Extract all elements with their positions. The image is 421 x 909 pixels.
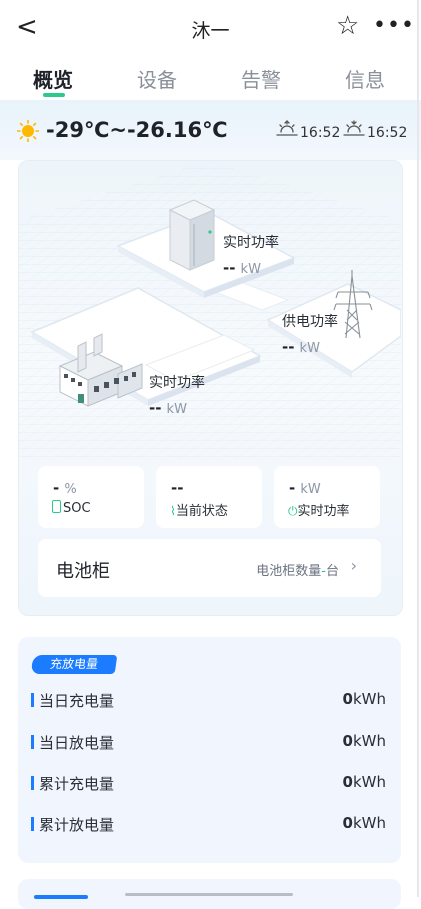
storage-power-readout: -- kW: [223, 258, 261, 277]
row-marker: [31, 776, 34, 790]
total-discharge-label: 累计放电量: [39, 816, 115, 834]
battery-cabinet-count-label: 电池柜数量: [256, 564, 322, 579]
tab-alarms[interactable]: 告警: [241, 64, 281, 93]
tab-overview[interactable]: 概览: [33, 64, 73, 93]
charge-discharge-badge: 充放电量: [30, 655, 118, 674]
battery-icon: [52, 500, 61, 513]
soc-unit: %: [64, 482, 77, 497]
status-label: 当前状态: [175, 504, 228, 519]
realtime-power-unit: kW: [300, 482, 321, 497]
tab-devices[interactable]: 设备: [137, 64, 177, 93]
grid-power-unit: kW: [299, 341, 320, 356]
scrollbar[interactable]: [125, 893, 293, 896]
factory-power-label: 实时功率: [149, 375, 205, 391]
storage-cabinet-icon: [168, 199, 216, 271]
grid-power-label: 供电功率: [282, 314, 338, 330]
grid-power-readout: -- kW: [282, 337, 320, 356]
grid-power-value: --: [282, 338, 295, 356]
factory-power-unit: kW: [166, 402, 187, 417]
tab-info[interactable]: 信息: [345, 64, 385, 93]
temperature-range: -29℃~-26.16℃: [46, 118, 228, 142]
daily-discharge-label: 当日放电量: [39, 734, 115, 752]
realtime-power-value: -: [289, 479, 296, 497]
sunrise-icon: [276, 120, 298, 136]
more-icon[interactable]: •••: [373, 13, 415, 38]
total-charge-label: 累计充电量: [39, 775, 115, 793]
total-discharge-value: 0kWh: [342, 814, 386, 832]
sun-icon: [17, 120, 39, 142]
storage-power-label: 实时功率: [223, 235, 279, 251]
battery-cabinet-title: 电池柜: [56, 561, 110, 582]
right-edge-divider: [417, 0, 419, 897]
star-icon[interactable]: ☆: [336, 11, 359, 41]
storage-power-value: --: [223, 259, 236, 277]
sunset-icon: [343, 120, 365, 136]
daily-charge-value: 0kWh: [342, 690, 386, 708]
factory-power-value: --: [149, 399, 162, 417]
realtime-power-stat: - kW ⏻实时功率: [274, 466, 380, 528]
chevron-right-icon: ›: [350, 556, 357, 575]
sunset-time: 16:52: [367, 125, 408, 141]
sunrise-time: 16:52: [300, 125, 341, 141]
realtime-power-label: 实时功率: [297, 504, 350, 519]
energy-flow-diagram: [18, 160, 401, 460]
total-charge-value: 0kWh: [342, 773, 386, 791]
factory-power-readout: -- kW: [149, 398, 187, 417]
status-value: --: [171, 479, 184, 497]
next-card-badge: [34, 895, 88, 899]
status-stat: -- ⌇当前状态: [156, 466, 262, 528]
row-marker: [31, 735, 34, 749]
soc-value: -: [53, 479, 60, 497]
power-icon: ⏻: [288, 504, 298, 518]
soc-stat: - % SOC: [38, 466, 144, 528]
row-marker: [31, 817, 34, 831]
daily-discharge-value: 0kWh: [342, 732, 386, 750]
row-marker: [31, 693, 34, 707]
battery-cabinet-count-unit: 台: [325, 564, 339, 579]
active-tab-indicator: [43, 93, 65, 97]
daily-charge-label: 当日充电量: [39, 692, 115, 710]
battery-cabinet-row[interactable]: 电池柜 电池柜数量-台 ›: [38, 539, 381, 597]
storage-power-unit: kW: [240, 262, 261, 277]
battery-cabinet-count: 电池柜数量-台: [256, 560, 339, 579]
soc-label: SOC: [63, 501, 91, 516]
